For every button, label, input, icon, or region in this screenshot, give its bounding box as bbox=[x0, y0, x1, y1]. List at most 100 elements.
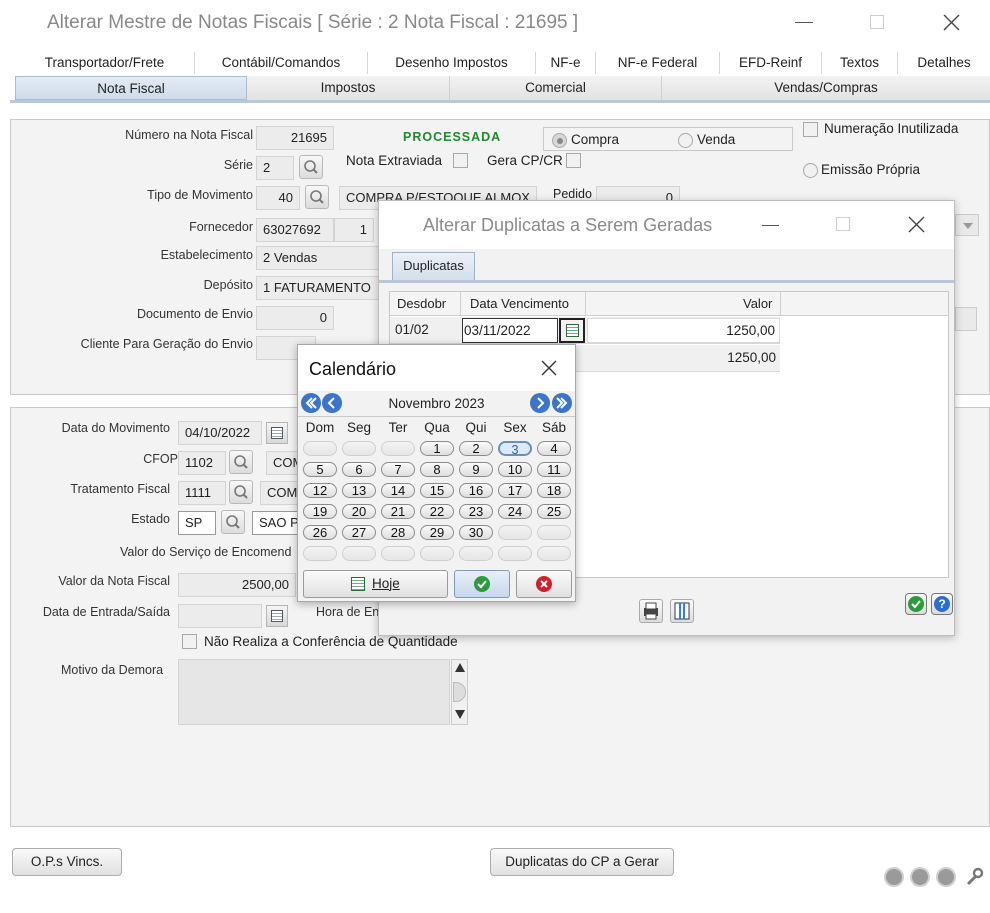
tab-impostos[interactable]: Impostos bbox=[247, 76, 450, 100]
dup-maximize-icon[interactable] bbox=[836, 217, 850, 231]
calendar-day[interactable]: 6 bbox=[342, 462, 376, 477]
calendar-day[interactable]: 28 bbox=[381, 525, 415, 540]
today-button[interactable]: Hoje bbox=[303, 570, 448, 598]
close-icon[interactable] bbox=[943, 14, 960, 31]
col-data-vencimento[interactable]: Data Vencimento bbox=[470, 296, 569, 311]
calendar-day[interactable]: 18 bbox=[537, 483, 571, 498]
tab-contabil[interactable]: Contábil/Comandos bbox=[195, 52, 368, 74]
wrench-icon[interactable] bbox=[964, 867, 984, 887]
calendar-day[interactable]: 21 bbox=[381, 504, 415, 519]
data-mov-calendar-button[interactable] bbox=[266, 422, 288, 444]
calendar-day[interactable]: 14 bbox=[381, 483, 415, 498]
estado-field[interactable]: SP bbox=[178, 511, 216, 535]
tab-detalhes[interactable]: Detalhes bbox=[898, 52, 990, 74]
dup-minimize-icon[interactable] bbox=[762, 225, 779, 226]
row-data-input[interactable]: 03/11/2022 bbox=[462, 318, 558, 343]
data-entrada-calendar-button[interactable] bbox=[266, 605, 288, 627]
fornecedor-num-field[interactable]: 1 bbox=[334, 218, 374, 242]
dup-ok-button[interactable] bbox=[905, 593, 927, 615]
right-field[interactable] bbox=[955, 307, 977, 331]
calendar-day[interactable]: 19 bbox=[303, 504, 337, 519]
nao-realiza-checkbox[interactable] bbox=[182, 634, 197, 649]
motivo-scrollbar[interactable] bbox=[451, 659, 468, 725]
estabelecimento-field[interactable]: 2 Vendas bbox=[256, 246, 380, 270]
calendar-day[interactable]: 3 bbox=[498, 441, 532, 456]
nota-extraviada-checkbox[interactable] bbox=[453, 153, 468, 168]
estado-lookup-button[interactable] bbox=[221, 510, 245, 534]
calendar-day[interactable]: 26 bbox=[303, 525, 337, 540]
tab-nota-fiscal[interactable]: Nota Fiscal bbox=[15, 76, 247, 100]
calendar-day[interactable]: 25 bbox=[537, 504, 571, 519]
tipo-mov-lookup-button[interactable] bbox=[305, 185, 329, 209]
calendar-day[interactable]: 24 bbox=[498, 504, 532, 519]
minimize-icon[interactable] bbox=[795, 22, 813, 23]
emissao-radio[interactable] bbox=[803, 163, 818, 178]
row-calendar-button[interactable] bbox=[559, 318, 585, 343]
calendar-ok-button[interactable] bbox=[454, 570, 510, 598]
calendar-day[interactable]: 10 bbox=[498, 462, 532, 477]
next-year-button[interactable] bbox=[552, 393, 572, 413]
tipo-mov-code-field[interactable]: 40 bbox=[256, 186, 300, 210]
calendar-day[interactable]: 22 bbox=[420, 504, 454, 519]
config-button[interactable] bbox=[670, 599, 694, 623]
tab-comercial[interactable]: Comercial bbox=[450, 76, 662, 100]
tab-textos[interactable]: Textos bbox=[822, 52, 898, 74]
doc-envio-field[interactable]: 0 bbox=[256, 306, 334, 330]
valor-nf-field[interactable]: 2500,00 bbox=[178, 573, 296, 597]
serie-lookup-button[interactable] bbox=[299, 155, 323, 179]
calendar-day[interactable]: 12 bbox=[303, 483, 337, 498]
calendar-day[interactable]: 2 bbox=[459, 441, 493, 456]
col-desdobr[interactable]: Desdobr bbox=[397, 296, 446, 311]
calendar-day[interactable]: 4 bbox=[537, 441, 571, 456]
tab-transportador[interactable]: Transportador/Frete bbox=[15, 52, 195, 74]
trat-field[interactable]: 1111 bbox=[178, 481, 226, 505]
calendar-day[interactable]: 9 bbox=[459, 462, 493, 477]
calendar-day[interactable]: 27 bbox=[342, 525, 376, 540]
next-month-button[interactable] bbox=[530, 393, 550, 413]
dup-close-icon[interactable] bbox=[908, 216, 925, 233]
calendar-day[interactable]: 11 bbox=[537, 462, 571, 477]
calendar-day[interactable]: 15 bbox=[420, 483, 454, 498]
tab-desenho-impostos[interactable]: Desenho Impostos bbox=[368, 52, 536, 74]
data-entrada-field[interactable] bbox=[178, 604, 262, 628]
serie-field[interactable]: 2 bbox=[256, 156, 294, 180]
maximize-icon[interactable] bbox=[870, 15, 884, 29]
duplicatas-cp-button[interactable]: Duplicatas do CP a Gerar bbox=[490, 848, 674, 876]
tab-efd-reinf[interactable]: EFD-Reinf bbox=[720, 52, 822, 74]
scroll-up-icon[interactable] bbox=[455, 663, 465, 672]
calendar-day[interactable]: 17 bbox=[498, 483, 532, 498]
cfop-field[interactable]: 1102 bbox=[178, 451, 226, 475]
scroll-down-icon[interactable] bbox=[455, 710, 465, 719]
cfop-lookup-button[interactable] bbox=[229, 450, 253, 474]
calendar-day[interactable]: 5 bbox=[303, 462, 337, 477]
calendar-day[interactable]: 7 bbox=[381, 462, 415, 477]
deposito-field[interactable]: 1 FATURAMENTO bbox=[256, 276, 380, 300]
tab-nfe[interactable]: NF-e bbox=[536, 52, 596, 74]
ops-vincs-button[interactable]: O.P.s Vincs. bbox=[12, 848, 122, 876]
calendar-day[interactable]: 1 bbox=[420, 441, 454, 456]
calendar-day[interactable]: 30 bbox=[459, 525, 493, 540]
calendar-day[interactable]: 8 bbox=[420, 462, 454, 477]
calendar-day[interactable]: 23 bbox=[459, 504, 493, 519]
numeracao-checkbox[interactable] bbox=[803, 122, 818, 137]
fornecedor-code-field[interactable]: 63027692 bbox=[256, 218, 334, 242]
col-valor[interactable]: Valor bbox=[743, 296, 772, 311]
gera-cpcr-checkbox[interactable] bbox=[566, 153, 581, 168]
calendar-day[interactable]: 16 bbox=[459, 483, 493, 498]
tab-vendas-compras[interactable]: Vendas/Compras bbox=[662, 76, 990, 100]
calendar-day[interactable]: 20 bbox=[342, 504, 376, 519]
venda-radio[interactable] bbox=[678, 133, 693, 148]
dup-tab-duplicatas[interactable]: Duplicatas bbox=[392, 252, 475, 280]
data-mov-field[interactable]: 04/10/2022 bbox=[178, 421, 262, 445]
right-dropdown[interactable] bbox=[955, 214, 979, 236]
dup-help-button[interactable]: ? bbox=[931, 593, 953, 615]
trat-lookup-button[interactable] bbox=[229, 480, 253, 504]
motivo-textarea[interactable] bbox=[178, 659, 450, 725]
scroll-thumb[interactable] bbox=[453, 682, 466, 702]
numero-field[interactable]: 21695 bbox=[256, 126, 334, 150]
calendar-cancel-button[interactable] bbox=[516, 570, 572, 598]
print-button[interactable] bbox=[639, 599, 663, 623]
compra-radio[interactable] bbox=[552, 133, 567, 148]
calendar-day[interactable]: 13 bbox=[342, 483, 376, 498]
tab-nfe-federal[interactable]: NF-e Federal bbox=[596, 52, 720, 74]
